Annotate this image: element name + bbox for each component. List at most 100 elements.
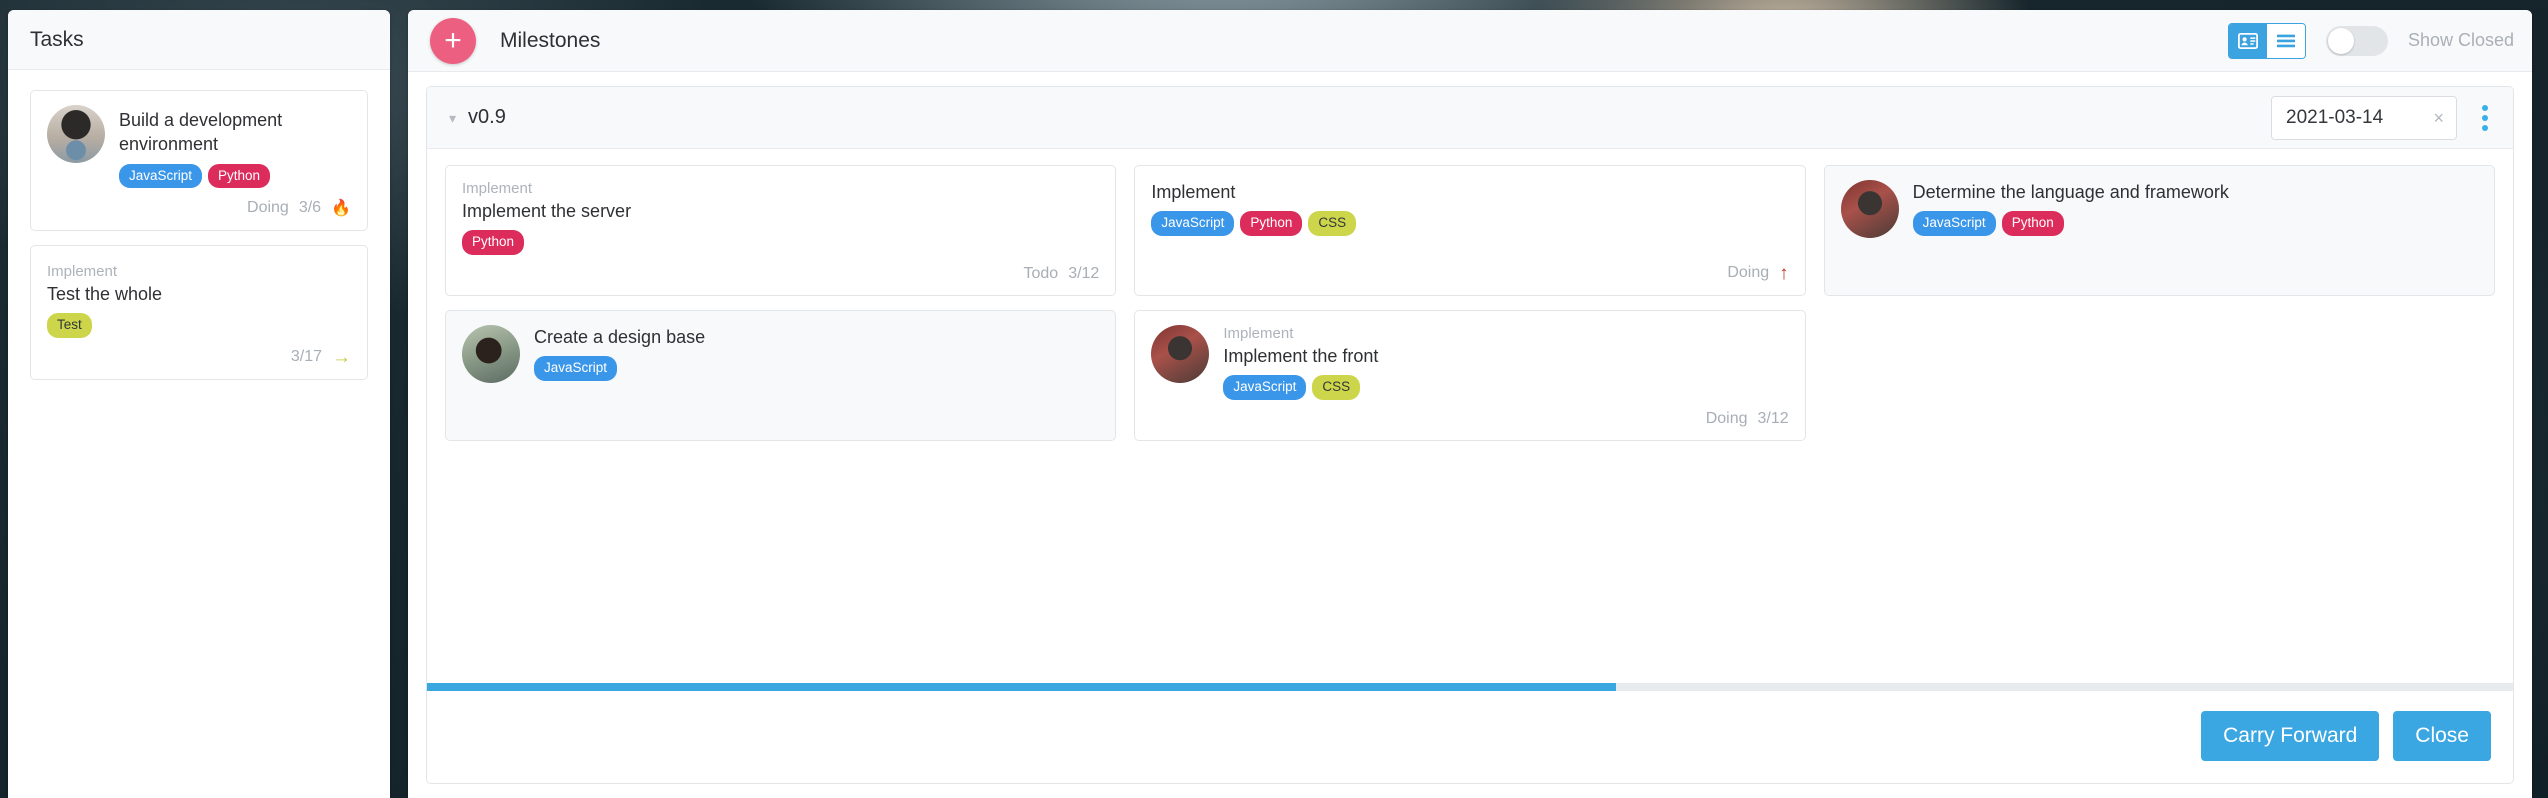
- task-footer: Doing 3/6 🔥: [47, 198, 351, 218]
- toggle-knob: [2327, 27, 2354, 54]
- status-label: Doing: [247, 199, 289, 217]
- task-card-body: Build a development environment JavaScri…: [47, 105, 351, 189]
- milestone-item-content: Implement Implement the server Python: [462, 180, 1099, 255]
- avatar: [1840, 180, 1899, 238]
- task-title: Build a development environment: [119, 110, 283, 155]
- arrow-right-icon[interactable]: →: [332, 348, 351, 367]
- tag-list: JavaScript CSS: [1223, 375, 1788, 400]
- milestone-date-field[interactable]: 2021-03-14 ×: [2271, 95, 2457, 140]
- milestone-item-content: Create a design base JavaScript: [534, 325, 1099, 381]
- progress-count: 3/17: [290, 348, 322, 366]
- task-card[interactable]: Build a development environment JavaScri…: [30, 90, 368, 232]
- milestone-item-title: Implement: [1151, 182, 1236, 202]
- close-milestone-button[interactable]: Close: [2393, 711, 2491, 761]
- plus-icon: +: [444, 23, 462, 57]
- tag[interactable]: JavaScript: [1912, 211, 1996, 236]
- status-label: Todo: [1023, 264, 1059, 282]
- milestone-header-controls: 2021-03-14 ×: [2271, 95, 2499, 140]
- task-card[interactable]: Implement Test the whole Test 3/17 →: [30, 245, 368, 380]
- tag-list: JavaScript Python: [1912, 211, 2478, 236]
- milestone-items-grid: Implement Implement the server Python To…: [427, 149, 2513, 679]
- tag[interactable]: JavaScript: [1223, 375, 1307, 400]
- milestone-progress-bar: [427, 683, 1617, 691]
- tag[interactable]: JavaScript: [534, 356, 618, 381]
- milestone-item-content: Implement Implement the front JavaScript…: [1223, 325, 1788, 400]
- milestone-actions: Carry Forward Close: [427, 691, 2513, 783]
- tag-list: JavaScript Python CSS: [1151, 211, 1788, 236]
- milestone-item-card[interactable]: Implement Implement the front JavaScript…: [1134, 309, 1806, 441]
- milestone-item-title: Determine the language and framework: [1912, 182, 2229, 202]
- kebab-menu-icon[interactable]: [2471, 98, 2499, 138]
- milestone-item-content: Implement JavaScript Python CSS: [1151, 180, 1788, 236]
- app-root: Tasks Build a development environment Ja…: [0, 0, 2548, 798]
- tag-list: Python: [462, 230, 1099, 255]
- arrow-up-icon[interactable]: ↑: [1779, 264, 1789, 283]
- page-title: Tasks: [30, 27, 84, 51]
- avatar: [462, 324, 520, 383]
- milestone-version: v0.9: [468, 106, 506, 128]
- milestones-header-controls: Show Closed: [2227, 22, 2514, 59]
- milestone-item-body: Implement Implement the server Python: [462, 180, 1099, 255]
- milestone-item-card[interactable]: Implement Implement the server Python To…: [445, 165, 1117, 296]
- list-icon: [2276, 34, 2295, 47]
- task-footer: 3/17 →: [47, 348, 351, 367]
- milestone-item-content: Determine the language and framework Jav…: [1912, 180, 2478, 236]
- view-toggle-list-button[interactable]: [2266, 23, 2305, 58]
- milestone-item-body: Implement Implement the front JavaScript…: [1151, 324, 1788, 400]
- status-label: Doing: [1705, 409, 1748, 427]
- progress-count: 3/12: [1757, 409, 1789, 427]
- milestone-item-title: Implement the front: [1223, 345, 1379, 366]
- milestone-item-body: Create a design base JavaScript: [462, 324, 1099, 383]
- chevron-down-icon[interactable]: ▾: [449, 111, 456, 125]
- tag[interactable]: CSS: [1312, 375, 1361, 400]
- avatar: [47, 105, 105, 163]
- show-closed-toggle[interactable]: [2325, 25, 2388, 56]
- tag[interactable]: JavaScript: [119, 163, 203, 189]
- tag[interactable]: Python: [1240, 211, 1303, 236]
- tag[interactable]: JavaScript: [1151, 211, 1235, 236]
- avatar: [1151, 324, 1210, 383]
- tag-list: JavaScript: [534, 356, 1099, 381]
- milestone-item-footer: Doing ↑: [1151, 254, 1788, 283]
- task-card-body: Implement Test the whole Test: [47, 260, 351, 338]
- milestone-item-card[interactable]: Determine the language and framework Jav…: [1823, 165, 2495, 296]
- close-icon[interactable]: ×: [2433, 109, 2444, 127]
- milestone-item-card[interactable]: Create a design base JavaScript: [445, 309, 1117, 441]
- milestones-panel: + Milestones Show Closed ▾ v0.9 2021-03-…: [408, 10, 2532, 798]
- fire-icon: 🔥: [331, 200, 351, 218]
- tag-list: JavaScript Python: [119, 163, 351, 189]
- milestone-progress-track: [427, 683, 2513, 691]
- tag[interactable]: Python: [462, 230, 525, 255]
- progress-count: 3/12: [1068, 264, 1100, 282]
- tag[interactable]: CSS: [1308, 211, 1357, 236]
- view-toggle-card-button[interactable]: [2228, 23, 2267, 58]
- tag-list: Test: [47, 313, 351, 338]
- view-toggle-group[interactable]: [2227, 22, 2306, 59]
- milestone-item-title: Create a design base: [534, 326, 706, 347]
- milestone-item-title: Implement the server: [462, 201, 632, 221]
- tasks-panel: Tasks Build a development environment Ja…: [8, 10, 390, 798]
- show-closed-label: Show Closed: [2407, 30, 2514, 50]
- tag[interactable]: Python: [2001, 211, 2064, 236]
- tag[interactable]: Test: [47, 313, 92, 338]
- milestone-card-header: ▾ v0.9 2021-03-14 ×: [427, 87, 2513, 149]
- tag[interactable]: Python: [208, 163, 271, 189]
- milestone-item-parent-label: Implement: [462, 180, 533, 197]
- task-content: Build a development environment JavaScri…: [119, 105, 351, 189]
- milestone-item-body: Determine the language and framework Jav…: [1840, 180, 2478, 238]
- milestone-card: ▾ v0.9 2021-03-14 × Implement Implement …: [426, 86, 2514, 784]
- milestone-item-card[interactable]: Implement JavaScript Python CSS Doing ↑: [1134, 165, 1806, 296]
- progress-count: 3/6: [298, 199, 322, 217]
- task-content: Implement Test the whole Test: [47, 260, 351, 338]
- milestone-item-footer: Doing 3/12: [1151, 400, 1789, 428]
- milestones-body: ▾ v0.9 2021-03-14 × Implement Implement …: [408, 72, 2532, 798]
- task-parent-label: Implement: [47, 263, 118, 281]
- milestone-date-value: 2021-03-14: [2286, 106, 2384, 128]
- milestones-header: + Milestones Show Closed: [408, 10, 2532, 72]
- milestone-item-body: Implement JavaScript Python CSS: [1151, 180, 1788, 236]
- add-milestone-button[interactable]: +: [430, 17, 476, 64]
- contact-card-icon: [2237, 32, 2258, 49]
- milestones-title: Milestones: [500, 28, 601, 52]
- milestone-item-parent-label: Implement: [1223, 324, 1294, 342]
- carry-forward-button[interactable]: Carry Forward: [2201, 711, 2380, 761]
